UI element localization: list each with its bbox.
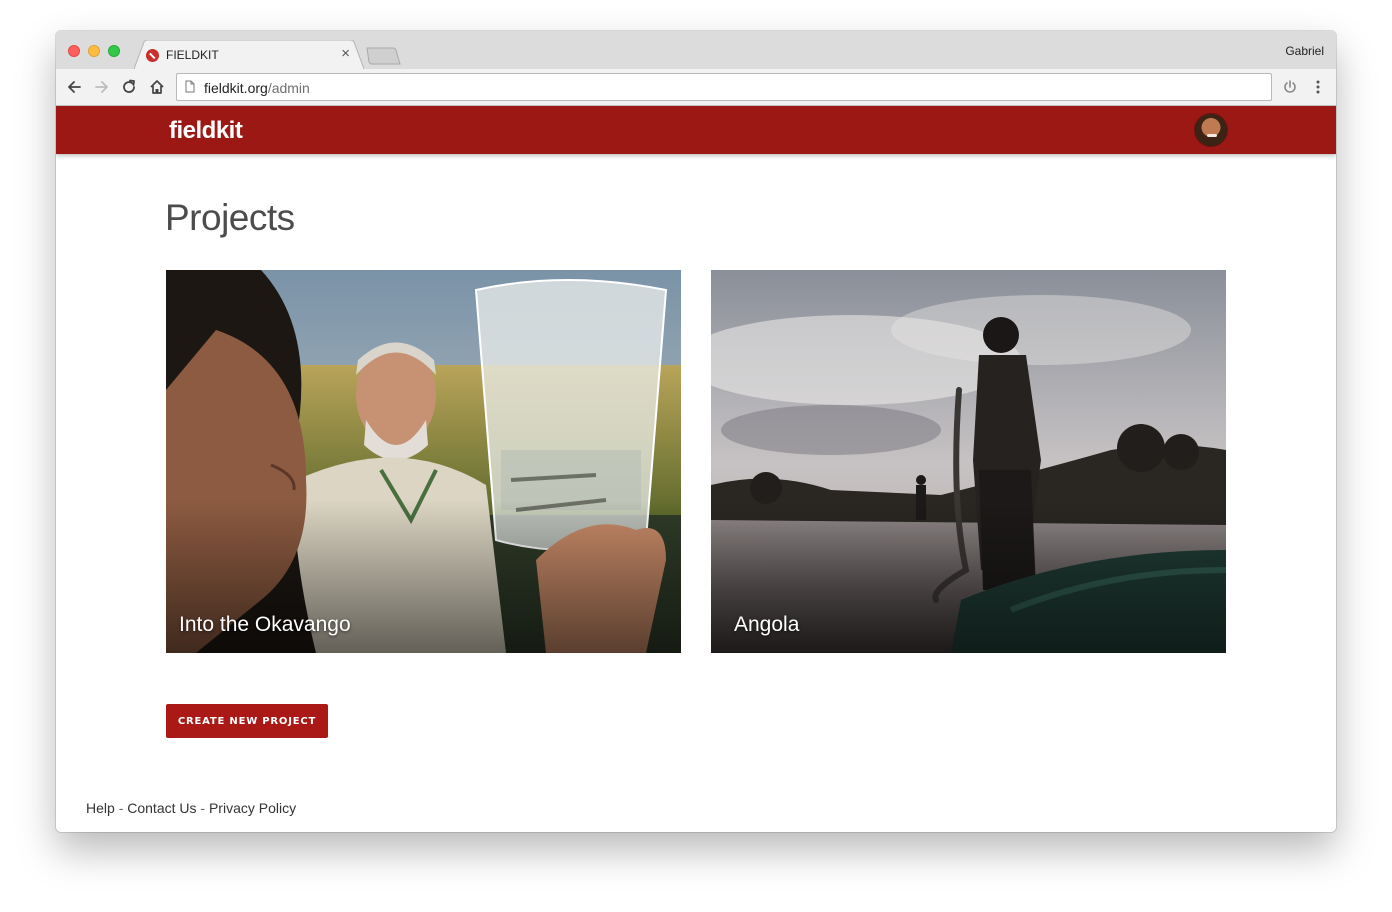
project-photo-okavango <box>166 270 681 653</box>
footer-link-contact-us[interactable]: Contact Us <box>127 800 196 816</box>
url-text: fieldkit.org/admin <box>204 80 310 96</box>
forward-arrow-icon[interactable] <box>93 78 111 96</box>
back-arrow-icon[interactable] <box>65 78 83 96</box>
footer-link-help[interactable]: Help <box>86 800 115 816</box>
new-tab-button[interactable] <box>366 47 402 65</box>
page-title: Projects <box>165 197 295 238</box>
project-card-okavango[interactable]: Into the Okavango <box>166 270 681 653</box>
footer: Help - Contact Us - Privacy Policy <box>86 800 296 816</box>
power-icon[interactable] <box>1281 78 1299 96</box>
browser-toolbar: fieldkit.org/admin <box>56 69 1336 106</box>
browser-profile-name[interactable]: Gabriel <box>1285 44 1324 58</box>
tab-strip: FIELDKIT × Gabriel <box>56 31 1336 69</box>
browser-tab-active[interactable]: FIELDKIT × <box>134 40 364 69</box>
footer-separator: - <box>200 800 206 816</box>
project-photo-angola <box>711 270 1226 653</box>
tab-close-icon[interactable]: × <box>341 45 350 62</box>
minimize-window-button[interactable] <box>88 45 100 57</box>
reload-icon[interactable] <box>120 78 138 96</box>
more-menu-icon[interactable] <box>1309 78 1327 96</box>
maximize-window-button[interactable] <box>108 45 120 57</box>
project-title: Into the Okavango <box>179 613 351 636</box>
home-icon[interactable] <box>148 78 166 96</box>
footer-link-privacy-policy[interactable]: Privacy Policy <box>209 800 296 816</box>
project-card-angola[interactable]: Angola <box>711 270 1226 653</box>
close-window-button[interactable] <box>68 45 80 57</box>
browser-window: FIELDKIT × Gabriel fieldkit.org/admin fi… <box>56 31 1336 832</box>
fieldkit-logo[interactable]: fieldkit <box>169 117 243 145</box>
app-header: fieldkit <box>56 106 1336 154</box>
create-new-project-button[interactable]: CREATE NEW PROJECT <box>166 704 328 738</box>
fieldkit-favicon-icon <box>146 49 159 62</box>
page-icon <box>185 80 195 93</box>
project-title: Angola <box>734 613 800 636</box>
address-bar[interactable]: fieldkit.org/admin <box>176 73 1272 101</box>
footer-separator: - <box>118 800 124 816</box>
user-avatar[interactable] <box>1194 113 1228 147</box>
tab-title: FIELDKIT <box>166 48 219 62</box>
